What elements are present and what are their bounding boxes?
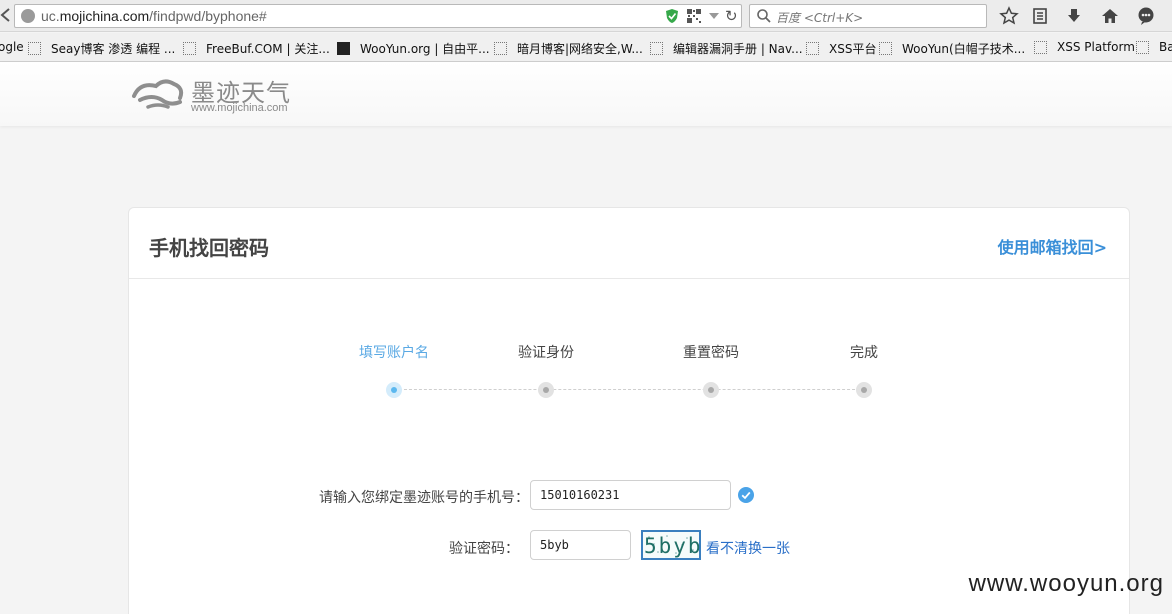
chat-icon[interactable]: [1136, 6, 1156, 26]
captcha-text: 5byb: [644, 534, 703, 558]
search-placeholder: 百度 <Ctrl+K>: [776, 11, 864, 25]
cloud-logo-icon[interactable]: [130, 76, 186, 112]
bookmark-item[interactable]: Seay博客 渗透 编程 ...: [28, 40, 175, 57]
captcha-label: 验证密码：: [449, 541, 519, 557]
reader-list-icon[interactable]: [1030, 6, 1050, 26]
bookmark-item[interactable]: WooYun.org | 自由平...: [337, 40, 490, 57]
find-password-card: 手机找回密码 使用邮箱找回> 填写账户名 验证身份 重置密码 完成 请输入您绑定…: [128, 207, 1130, 614]
progress-steps: 填写账户名 验证身份 重置密码 完成: [129, 338, 1129, 408]
bookmark-item[interactable]: 编辑器漏洞手册 | Nav...: [650, 40, 803, 57]
bookmarks-bar: ogle Seay博客 渗透 编程 ... FreeBuf.COM | 关注..…: [0, 33, 1172, 62]
page-icon: [650, 42, 663, 55]
page-icon: [806, 42, 819, 55]
page-icon: [28, 42, 41, 55]
search-icon: [757, 9, 771, 23]
watermark: www.wooyun.org: [968, 570, 1164, 597]
page-icon: [1034, 40, 1047, 54]
globe-icon: [21, 9, 35, 23]
site-header: 墨迹天气 www.mojichina.com: [0, 62, 1172, 126]
search-bar[interactable]: 百度 <Ctrl+K>: [749, 4, 987, 28]
qr-code-icon[interactable]: [687, 9, 701, 23]
home-icon[interactable]: [1100, 6, 1120, 26]
step-label-4: 完成: [850, 345, 878, 361]
bookmark-item[interactable]: ogle: [0, 40, 24, 54]
step-connector: [399, 389, 865, 390]
step-label-3: 重置密码: [683, 345, 739, 361]
page-icon: [494, 42, 507, 55]
step-dot-2: [538, 382, 554, 398]
shield-icon[interactable]: [665, 8, 679, 24]
step-dot-4: [856, 382, 872, 398]
step-dot-3: [703, 382, 719, 398]
refresh-captcha-link[interactable]: 看不清换一张: [706, 538, 790, 558]
bookmark-item[interactable]: FreeBuf.COM | 关注...: [183, 40, 330, 57]
bookmark-item[interactable]: XSS平台: [806, 40, 876, 57]
page-icon: [183, 42, 196, 55]
page-icon: [879, 42, 892, 55]
card-header: 手机找回密码 使用邮箱找回>: [129, 208, 1129, 279]
captcha-input[interactable]: [530, 530, 631, 560]
download-icon[interactable]: [1064, 6, 1084, 26]
bookmark-item[interactable]: Ba: [1136, 40, 1172, 54]
address-bar[interactable]: uc.mojichina.com/findpwd/byphone# ↻: [14, 4, 742, 28]
check-circle-icon: [738, 487, 754, 503]
phone-input[interactable]: [530, 480, 731, 510]
step-dot-1: [386, 382, 402, 398]
url-text[interactable]: uc.mojichina.com/findpwd/byphone#: [41, 8, 267, 24]
page-icon: [1136, 40, 1149, 54]
step-label-1: 填写账户名: [359, 345, 429, 361]
browser-toolbar: uc.mojichina.com/findpwd/byphone# ↻ 百度 <…: [0, 0, 1172, 32]
bookmark-item[interactable]: WooYun(白帽子技术...: [879, 40, 1025, 57]
dropdown-arrow-icon[interactable]: [709, 13, 719, 19]
bookmark-item[interactable]: XSS Platform: [1034, 40, 1135, 54]
use-email-link[interactable]: 使用邮箱找回>: [998, 234, 1107, 258]
captcha-image[interactable]: 5byb: [641, 530, 701, 560]
reload-icon[interactable]: ↻: [725, 7, 738, 25]
star-icon[interactable]: [999, 6, 1019, 26]
step-label-2: 验证身份: [518, 345, 574, 361]
back-arrow-icon[interactable]: [0, 8, 10, 22]
page-title: 手机找回密码: [149, 236, 269, 260]
wooyun-icon: [337, 42, 350, 55]
bookmark-item[interactable]: 暗月博客|网络安全,W...: [494, 40, 643, 57]
logo-url: www.mojichina.com: [191, 102, 288, 114]
phone-label: 请输入您绑定墨迹账号的手机号：: [319, 490, 529, 506]
